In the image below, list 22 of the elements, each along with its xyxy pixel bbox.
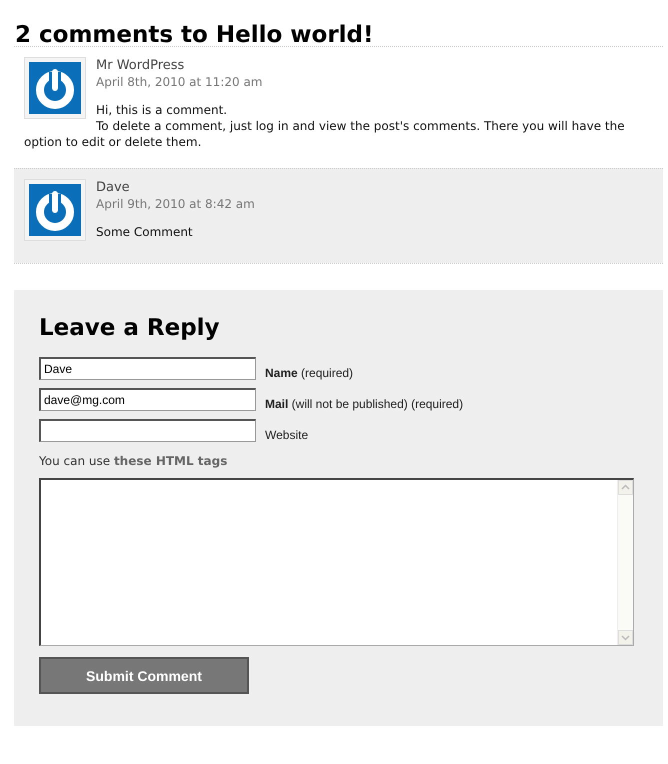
reply-heading: Leave a Reply: [39, 315, 221, 341]
scroll-up-icon[interactable]: [618, 480, 633, 495]
submit-button[interactable]: Submit Comment: [39, 657, 249, 694]
comment-date: April 8th, 2010 at 11:20 am: [95, 74, 264, 90]
input-field[interactable]: [39, 419, 256, 442]
comment-text: To delete a comment, just log in and view the post's comments. There you will have the option to edit or delete them.: [24, 118, 626, 150]
scrollbar[interactable]: [617, 480, 633, 645]
input-field[interactable]: dave@mg.com: [39, 388, 256, 411]
scroll-down-icon[interactable]: [618, 630, 633, 645]
field-label: Name (required): [265, 366, 354, 380]
comment-author: Dave: [95, 179, 131, 196]
comment-textarea[interactable]: [39, 478, 634, 646]
field-label: Website: [265, 428, 308, 442]
comment-text: Some Comment: [95, 224, 194, 240]
comment-date: April 9th, 2010 at 8:42 am: [95, 196, 256, 212]
help-text: You can use these HTML tags: [39, 454, 228, 468]
field-label: Mail (will not be published) (required): [265, 397, 464, 411]
comment-text: Hi, this is a comment.: [95, 102, 228, 118]
comment-author: Mr WordPress: [95, 57, 186, 74]
page-title: 2 comments to Hello world!: [14, 21, 374, 46]
input-field[interactable]: Dave: [39, 357, 256, 380]
html-tags-link[interactable]: these HTML tags: [114, 454, 228, 468]
